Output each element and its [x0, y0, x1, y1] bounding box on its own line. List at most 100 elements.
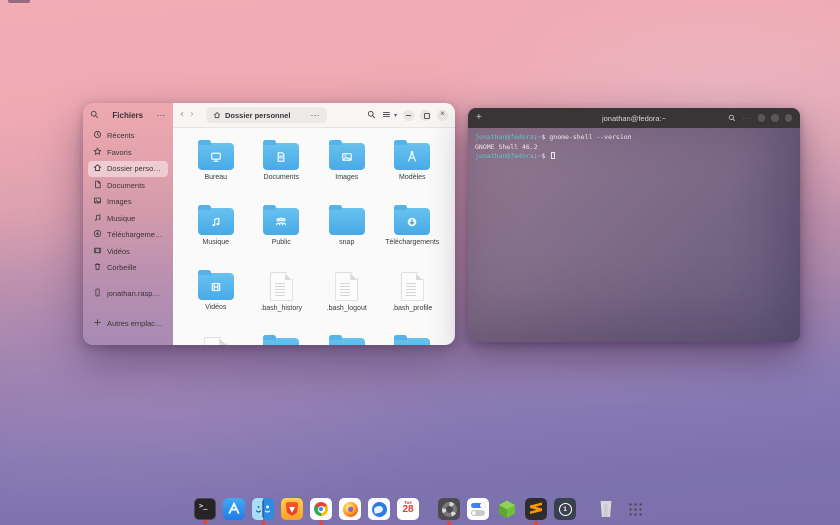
sidebar-item-label: Corbeille: [107, 263, 137, 272]
dock-icon-brave-browser[interactable]: [281, 498, 303, 520]
sidebar-item-favoris[interactable]: Favoris: [88, 144, 168, 160]
sidebar-item-device[interactable]: jonathan.raspaut@...: [88, 286, 168, 302]
dock-icon-app-store[interactable]: [223, 498, 245, 520]
search-icon[interactable]: [728, 109, 736, 127]
item-label: Images: [335, 174, 358, 181]
folder-icon: [198, 143, 234, 170]
sidebar-item-corbeille[interactable]: Corbeille: [88, 260, 168, 276]
folder-icon: [394, 143, 430, 170]
item-label: Public: [272, 239, 291, 246]
download-icon: [93, 229, 102, 240]
app-menu-icon[interactable]: [157, 110, 167, 121]
folder-item[interactable]: Documents: [249, 138, 315, 201]
dock-icon-calendar[interactable]: Tue28: [397, 498, 419, 520]
view-switcher[interactable]: [382, 106, 397, 124]
dock-icon-file-manager[interactable]: [252, 498, 274, 520]
folder-item[interactable]: Musique: [183, 203, 249, 266]
sidebar-item-r-cents[interactable]: Récents: [88, 128, 168, 144]
brave-shield: [286, 502, 299, 516]
folder-item[interactable]: Modèles: [380, 138, 446, 201]
path-bar[interactable]: Dossier personnel: [206, 107, 327, 123]
folder-item[interactable]: Bureau: [183, 138, 249, 201]
folder-item[interactable]: Public: [249, 203, 315, 266]
dock-icon-chrome-browser[interactable]: [310, 498, 332, 520]
dock-icon-settings[interactable]: [467, 498, 489, 520]
forward-button[interactable]: [190, 110, 194, 120]
dock-icon-1password[interactable]: 1: [554, 498, 576, 520]
search-icon[interactable]: [90, 106, 99, 124]
dock-icon-sublime-text[interactable]: [525, 498, 547, 520]
path-menu-icon[interactable]: [310, 110, 320, 121]
folder-item[interactable]: Images: [314, 138, 380, 201]
sidebar-item-documents[interactable]: Documents: [88, 177, 168, 193]
file-item[interactable]: .bash_history: [249, 268, 315, 331]
sidebar-item-vid-os[interactable]: Vidéos: [88, 243, 168, 259]
minimize-button[interactable]: [758, 114, 766, 122]
obs-wheel: [442, 502, 457, 517]
sidebar-item-label: Vidéos: [107, 247, 130, 256]
folder-item[interactable]: [380, 333, 446, 345]
sidebar-item-other-locations[interactable]: Autres emplacements: [88, 315, 168, 331]
sidebar-device-label: jonathan.raspaut@...: [107, 289, 163, 298]
plus-icon: [93, 318, 102, 329]
sidebar-item-label: Musique: [107, 214, 135, 223]
document-icon: [93, 180, 102, 191]
dock-icon-trash[interactable]: [595, 498, 617, 520]
back-button[interactable]: [180, 110, 184, 120]
sidebar-item-musique[interactable]: Musique: [88, 210, 168, 226]
sidebar-item-images[interactable]: Images: [88, 194, 168, 210]
sidebar-other-label: Autres emplacements: [107, 319, 163, 328]
terminal-prompt-line: jonathan@fedora:~$ gnome-shell --version: [475, 133, 793, 143]
folder-item[interactable]: [249, 333, 315, 345]
files-headerbar: Dossier personnel: [173, 103, 455, 128]
terminal-window: jonathan@fedora:~ jonathan@fedora:~$ gno…: [468, 108, 800, 342]
files-content: Dossier personnel BureauDocuments Images M…: [173, 103, 455, 345]
item-label: .bash_profile: [392, 305, 432, 312]
firefox-logo: [343, 502, 358, 517]
close-button[interactable]: [437, 110, 448, 121]
text-file-icon: [335, 272, 358, 301]
folder-item[interactable]: snap: [314, 203, 380, 266]
thunderbird-logo: [372, 502, 387, 517]
image-icon: [93, 196, 102, 207]
sidebar-item-dossier-personnel[interactable]: Dossier personnel: [88, 161, 168, 177]
dock-icon-terminal[interactable]: >_: [194, 498, 216, 520]
folder-icon: [394, 208, 430, 235]
trash-can: [600, 501, 612, 517]
toggle-off-icon: [471, 510, 485, 516]
dock-icon-thunderbird-mail[interactable]: [368, 498, 390, 520]
search-icon[interactable]: [367, 106, 376, 124]
cropped-top-bar-artifact: [8, 0, 30, 3]
folder-icon: [198, 208, 234, 235]
terminal-cursor: [551, 152, 555, 159]
dock-icon-firefox-browser[interactable]: [339, 498, 361, 520]
file-item[interactable]: .bash_profile: [380, 268, 446, 331]
folder-item[interactable]: Vidéos: [183, 268, 249, 331]
files-sidebar: Fichiers Récents Favoris Dossier personn…: [83, 103, 173, 345]
1password-ring: 1: [559, 503, 572, 516]
dock-icon-show-applications[interactable]: [624, 498, 646, 520]
maximize-button[interactable]: [771, 114, 779, 122]
chevron-down-icon[interactable]: [394, 112, 397, 119]
file-item[interactable]: [183, 333, 249, 345]
sidebar-item-t-l-chargements[interactable]: Téléchargements: [88, 227, 168, 243]
text-file-icon: [270, 272, 293, 301]
close-button[interactable]: [785, 114, 793, 122]
minimize-button[interactable]: [403, 110, 414, 121]
terminal-menu-icon[interactable]: [742, 113, 752, 124]
folder-item[interactable]: [314, 333, 380, 345]
folder-item[interactable]: Téléchargements: [380, 203, 446, 266]
dock-icon-obs-studio[interactable]: [438, 498, 460, 520]
sidebar-item-label: Images: [107, 197, 132, 206]
folder-icon: [263, 338, 299, 345]
terminal-prompt-line: jonathan@fedora:~$: [475, 152, 793, 162]
list-view-icon[interactable]: [382, 106, 391, 124]
current-location-label: Dossier personnel: [225, 111, 290, 120]
file-item[interactable]: .bash_logout: [314, 268, 380, 331]
maximize-button[interactable]: [420, 110, 431, 121]
dock-icon-gnome-boxes[interactable]: [496, 498, 518, 520]
sidebar-item-label: Documents: [107, 181, 145, 190]
terminal-output[interactable]: jonathan@fedora:~$ gnome-shell --version…: [468, 128, 800, 342]
text-file-icon: [204, 337, 227, 345]
calendar-day: 28: [397, 504, 419, 515]
